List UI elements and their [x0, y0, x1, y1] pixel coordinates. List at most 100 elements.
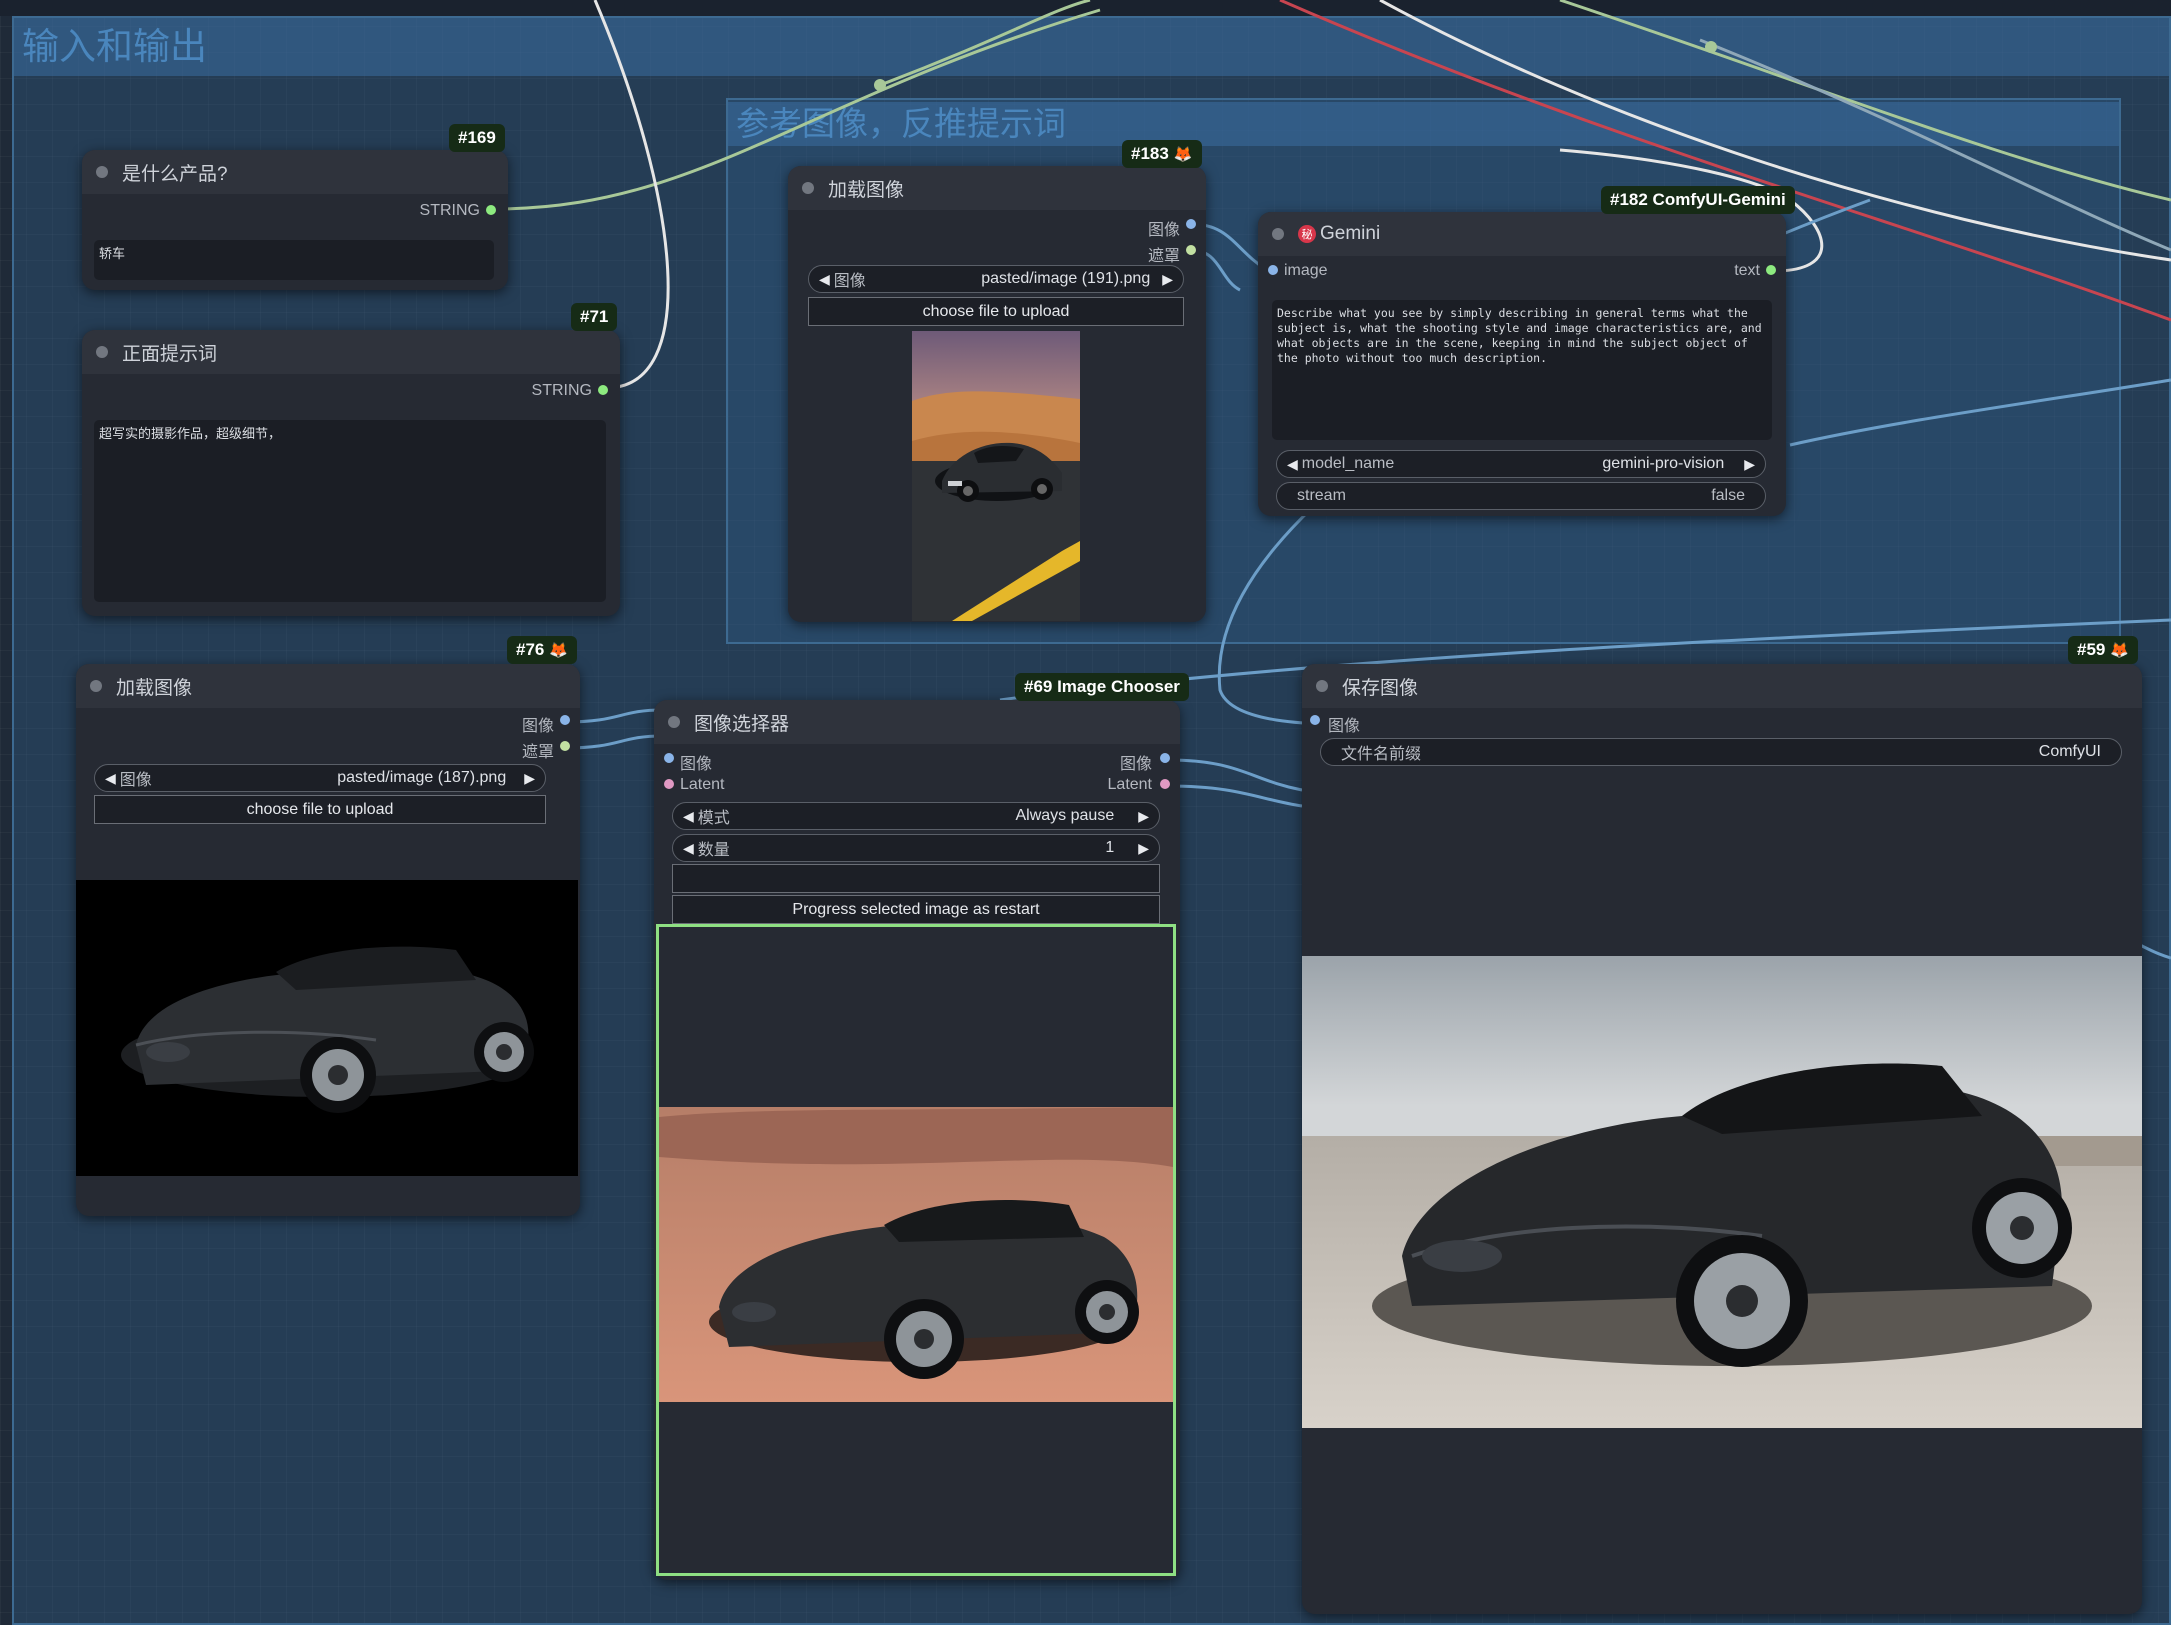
progress-restart-button[interactable]: Progress selected image as restart	[672, 895, 1160, 924]
node-badge: #69 Image Chooser	[1015, 673, 1189, 701]
right-arrow-icon[interactable]: ▶	[524, 770, 535, 787]
node-positive-prompt[interactable]: 正面提示词 STRING 超写实的摄影作品，超级细节，	[82, 330, 620, 616]
output-slot[interactable]	[486, 205, 496, 215]
widget-label: 图像	[119, 772, 152, 789]
widget-value: false	[1711, 487, 1745, 504]
node-header[interactable]: 加载图像	[788, 166, 1206, 210]
node-badge: #76 🦊	[507, 636, 578, 664]
output-mask-label: 遮罩	[1147, 248, 1180, 265]
preview-image	[912, 331, 1080, 621]
left-arrow-icon[interactable]: ◀	[683, 840, 694, 857]
node-header[interactable]: 是什么产品?	[82, 150, 508, 194]
badge-text: #76	[516, 640, 545, 659]
collapse-dot[interactable]	[668, 716, 680, 728]
input-image-label: 图像	[680, 756, 713, 773]
collapse-dot[interactable]	[96, 346, 108, 358]
output-label: STRING	[419, 202, 480, 219]
car-black-bg-preview-icon	[121, 946, 534, 1113]
output-image-slot[interactable]	[1186, 219, 1196, 229]
upload-button[interactable]: choose file to upload	[808, 297, 1184, 326]
output-image-label: 图像	[521, 718, 554, 735]
input-image-slot[interactable]	[664, 753, 674, 763]
group-title[interactable]: 输入和输出	[14, 18, 2169, 76]
image-combo[interactable]: ◀ 图像 pasted/image (191).png ▶	[808, 265, 1184, 293]
right-arrow-icon[interactable]: ▶	[1744, 456, 1755, 473]
canvas-top-band	[0, 0, 2171, 16]
collapse-dot[interactable]	[802, 182, 814, 194]
node-header[interactable]: 保存图像	[1302, 664, 2142, 708]
input-image-slot[interactable]	[1268, 265, 1278, 275]
upload-button[interactable]: choose file to upload	[94, 795, 546, 824]
widget-label: model_name	[1301, 455, 1395, 472]
output-image-label: 图像	[1147, 222, 1180, 239]
output-mask-slot[interactable]	[560, 741, 570, 751]
node-gemini[interactable]: 秘 Gemini image text Describe what you see…	[1258, 212, 1786, 516]
text-input[interactable]: 超写实的摄影作品，超级细节，	[94, 420, 606, 602]
image-combo[interactable]: ◀ 图像 pasted/image (187).png ▶	[94, 764, 546, 792]
right-arrow-icon[interactable]: ▶	[1138, 808, 1149, 825]
node-load-image-76[interactable]: 加载图像 图像 遮罩 ◀ 图像 pasted/image (187).png ▶…	[76, 664, 580, 1216]
node-header[interactable]: 图像选择器	[654, 700, 1180, 744]
output-slot[interactable]	[598, 385, 608, 395]
input-latent-slot[interactable]	[664, 779, 674, 789]
widget-value: 1	[1105, 839, 1115, 856]
collapse-dot[interactable]	[96, 166, 108, 178]
node-title: 加载图像	[828, 179, 905, 201]
right-arrow-icon[interactable]: ▶	[1162, 271, 1173, 288]
filename-prefix-field[interactable]: 文件名前缀 ComfyUI	[1320, 738, 2122, 766]
collapse-dot[interactable]	[1316, 680, 1328, 692]
gemini-logo-icon: 秘	[1298, 225, 1316, 243]
output-image-label: 图像	[1119, 756, 1152, 773]
output-mask-slot[interactable]	[1186, 245, 1196, 255]
input-image-slot[interactable]	[1310, 715, 1320, 725]
widget-label: 数量	[697, 842, 730, 859]
selected-image-frame[interactable]	[656, 924, 1176, 1576]
empty-input-box[interactable]	[672, 864, 1160, 893]
node-load-image-183[interactable]: 加载图像 图像 遮罩 ◀ 图像 pasted/image (191).png ▶…	[788, 166, 1206, 622]
output-label: STRING	[531, 382, 592, 399]
input-latent-label: Latent	[680, 776, 725, 793]
output-image-slot[interactable]	[1160, 753, 1170, 763]
left-arrow-icon[interactable]: ◀	[683, 808, 694, 825]
left-arrow-icon[interactable]: ◀	[1287, 456, 1298, 473]
node-title: Gemini	[1320, 223, 1381, 244]
node-title: 图像选择器	[694, 713, 790, 735]
badge-text: #59	[2077, 640, 2106, 659]
output-text-label: text	[1734, 262, 1760, 279]
fox-icon: 🦊	[549, 642, 569, 659]
node-save-image[interactable]: 保存图像 图像 文件名前缀 ComfyUI	[1302, 664, 2142, 1614]
count-number[interactable]: ◀ 数量 1 ▶	[672, 834, 1160, 862]
group-title[interactable]: 参考图像，反推提示词	[728, 102, 2119, 146]
output-mask-label: 遮罩	[521, 744, 554, 761]
output-latent-slot[interactable]	[1160, 779, 1170, 789]
collapse-dot[interactable]	[1272, 228, 1284, 240]
input-image-label: image	[1284, 262, 1328, 279]
output-text-slot[interactable]	[1766, 265, 1776, 275]
widget-label: 模式	[697, 810, 730, 827]
node-title: 正面提示词	[122, 343, 218, 365]
collapse-dot[interactable]	[90, 680, 102, 692]
fox-icon: 🦊	[2110, 642, 2130, 659]
text-input[interactable]: 轿车	[94, 240, 494, 280]
node-header[interactable]: 加载图像	[76, 664, 580, 708]
mode-combo[interactable]: ◀ 模式 Always pause ▶	[672, 802, 1160, 830]
node-image-chooser[interactable]: 图像选择器 图像 图像 Latent Latent ◀ 模式 Always pa…	[654, 700, 1180, 1580]
badge-text: #183	[1131, 144, 1169, 163]
output-image-slot[interactable]	[560, 715, 570, 725]
node-what-product[interactable]: 是什么产品? STRING 轿车	[82, 150, 508, 290]
node-header[interactable]: 秘 Gemini	[1258, 212, 1786, 256]
car-sky-preview-icon	[1302, 956, 2142, 1428]
left-arrow-icon[interactable]: ◀	[105, 770, 116, 787]
node-header[interactable]: 正面提示词	[82, 330, 620, 374]
car-desert-preview-icon	[659, 1107, 1173, 1402]
stream-toggle[interactable]: stream false	[1276, 482, 1766, 510]
preview-image[interactable]	[659, 1107, 1173, 1402]
prompt-textarea[interactable]: Describe what you see by simply describi…	[1272, 300, 1772, 440]
model-name-combo[interactable]: ◀ model_name gemini-pro-vision ▶	[1276, 450, 1766, 478]
preview-image	[76, 880, 578, 1176]
widget-label: stream	[1297, 487, 1346, 504]
node-title: 加载图像	[116, 677, 193, 699]
left-arrow-icon[interactable]: ◀	[819, 271, 830, 288]
widget-value: pasted/image (187).png	[337, 769, 507, 786]
right-arrow-icon[interactable]: ▶	[1138, 840, 1149, 857]
